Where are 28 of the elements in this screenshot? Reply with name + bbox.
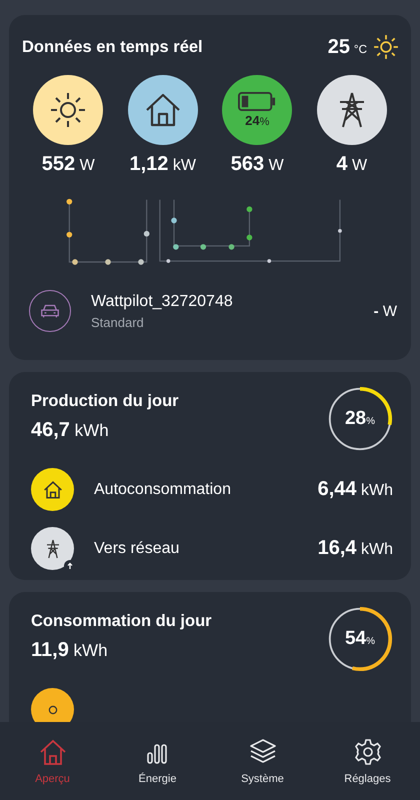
row-label: Autoconsommation — [94, 480, 231, 498]
power-value: 552 W — [42, 153, 95, 176]
power-value: 563 W — [230, 153, 284, 176]
charger-mode: Standard — [91, 314, 145, 330]
daily-total: 11,9 kWh — [31, 639, 109, 662]
nav-tab[interactable]: Réglages — [322, 737, 412, 785]
home-icon — [38, 737, 68, 767]
percent-value: 28% — [344, 408, 376, 430]
settings-icon — [352, 737, 382, 767]
percent-value: 54% — [344, 628, 376, 650]
row-label: Vers réseau — [94, 540, 180, 558]
charger-power: - W — [374, 302, 397, 320]
battery-percent: 24% — [245, 113, 270, 128]
daily-total: 46,7 kWh — [31, 419, 110, 442]
power-value: 1,12 kW — [130, 153, 196, 176]
nav-tab[interactable]: Énergie — [112, 737, 202, 785]
charger-name: Wattpilot_32720748 — [91, 292, 233, 310]
car-button[interactable] — [29, 290, 71, 332]
row-value: 6,44 kWh — [318, 478, 393, 501]
card-title: Production du jour — [31, 392, 179, 411]
nav-tab[interactable]: Système — [218, 737, 308, 785]
row-value: 16,4 kWh — [318, 537, 393, 560]
temperature: 25 °C — [328, 36, 367, 58]
battery-icon — [238, 92, 276, 111]
battery-bubble[interactable]: 24% — [222, 75, 292, 145]
card-title: Consommation du jour — [31, 612, 212, 631]
card-title: Données en temps réel — [22, 38, 203, 56]
power-value: 4 W — [336, 153, 368, 176]
